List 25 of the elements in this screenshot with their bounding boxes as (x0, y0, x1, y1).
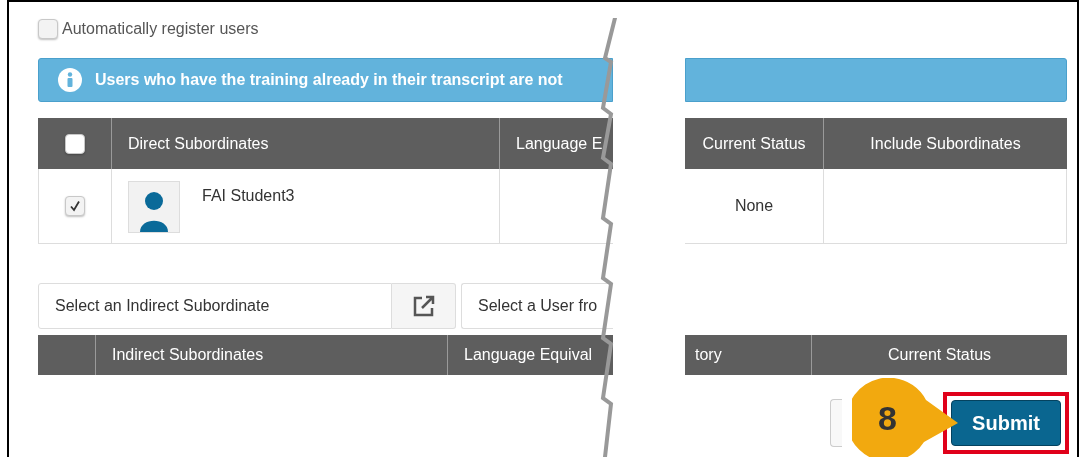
submit-button[interactable]: Submit (951, 400, 1061, 446)
column-header: Current Status (685, 118, 824, 169)
checkbox-label: Automatically register users (62, 19, 259, 39)
select-all-checkbox[interactable] (64, 133, 85, 154)
info-message: Users who have the training already in their transcript are not (95, 70, 563, 90)
column-header: tory (685, 335, 812, 375)
user-name: FAI Student3 (202, 186, 295, 206)
column-header (38, 335, 96, 375)
checkbox[interactable] (38, 19, 58, 39)
column-header: Indirect Subordinates (96, 335, 448, 375)
open-popup-button[interactable] (392, 283, 456, 329)
info-icon (57, 67, 83, 93)
external-link-icon (411, 294, 436, 318)
row-checkbox[interactable] (65, 196, 85, 216)
column-header: Include Subordinates (824, 118, 1067, 169)
checkmark-icon (69, 200, 81, 212)
indirect-subordinate-field[interactable]: Select an Indirect Subordinate (38, 283, 392, 329)
avatar-icon (128, 181, 180, 233)
column-header: Language Equival (448, 335, 613, 375)
column-header: Direct Subordinates (112, 118, 500, 169)
column-header: Current Status (812, 335, 1067, 375)
column-header: Language E (500, 118, 613, 169)
status-cell-text: None (734, 196, 774, 216)
step-number: 8 (878, 398, 897, 438)
user-selector-field[interactable]: Select a User fro (461, 283, 613, 329)
